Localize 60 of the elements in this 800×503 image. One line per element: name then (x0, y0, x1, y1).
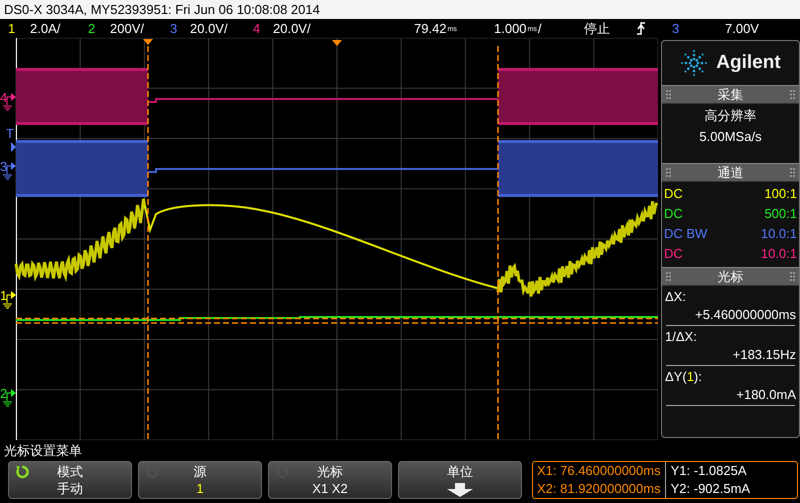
x2-reading: X2: 81.920000000ms (537, 480, 661, 498)
trigger-source[interactable]: 3 (672, 19, 680, 38)
grip-icon (666, 168, 671, 177)
grip-icon (666, 272, 671, 281)
channel-marker-label: 1 (0, 288, 8, 303)
channel-marker-label: 2 (0, 386, 8, 401)
trigger-edge-icon (636, 22, 646, 35)
run-state[interactable]: 停止 (584, 19, 610, 38)
channel-scale[interactable]: 20.0V/ (273, 19, 311, 38)
channel-marker-label: T (6, 126, 14, 141)
probe-ratio: 10.0:1 (760, 245, 797, 263)
grip-icon (666, 90, 671, 99)
channel-number[interactable]: 1 (8, 19, 16, 38)
y1-reading: Y1: -1.0825A (670, 462, 748, 480)
coupling-label: DC BW (664, 225, 708, 243)
channel-scale[interactable]: 200V/ (110, 19, 144, 38)
reading-label: 1/ΔX: (665, 328, 698, 346)
softkey-button[interactable]: 源 1 (138, 461, 262, 499)
channel-number[interactable]: 4 (253, 19, 260, 38)
section-title: 采集 (718, 86, 744, 104)
sample-rate: 5.00MSa/s (698, 128, 763, 146)
channel-number[interactable]: 3 (170, 19, 178, 38)
channel-marker-label: 4 (0, 90, 8, 105)
ground-marker-icon (2, 162, 16, 180)
reading-label: ΔY(1): (665, 368, 703, 386)
coupling-label: DC (664, 185, 683, 203)
probe-ratio: 500:1 (764, 205, 797, 223)
channel-scale[interactable]: 20.0V/ (190, 19, 228, 38)
acquisition-mode: 高分辨率 (704, 107, 758, 125)
grip-icon (790, 168, 795, 177)
probe-ratio: 10.0:1 (760, 225, 797, 243)
window-title: DS0-X 3034A, MY52393951: Fri Jun 06 10:08:08 2014 (0, 0, 800, 19)
coupling-label: DC (664, 245, 683, 263)
probe-ratio: 100:1 (764, 185, 797, 203)
y2-reading: Y2: -902.5mA (670, 480, 750, 498)
cursor-marker-icon (143, 39, 153, 45)
grip-icon (790, 90, 795, 99)
softkey-button[interactable]: 单位 (398, 461, 522, 499)
section-title: 光标 (718, 268, 744, 286)
trigger-position-icon (332, 40, 342, 46)
starburst-icon (680, 49, 708, 77)
grip-icon (790, 272, 795, 281)
softkey-button[interactable]: 光标 X1 X2 (268, 461, 392, 499)
reading-value: +180.0mA (735, 386, 796, 404)
softkey-button[interactable]: 模式 手动 (8, 461, 132, 499)
menu-title: 光标设置菜单 (3, 442, 83, 460)
trigger-level[interactable]: 7.00V (725, 19, 759, 38)
coupling-label: DC (664, 205, 683, 223)
section-title: 通道 (718, 164, 744, 182)
ground-marker-icon (2, 291, 16, 308)
channel-scale[interactable]: 2.0A/ (30, 19, 60, 38)
channel-marker-label: 3 (0, 159, 8, 174)
down-arrow-icon (445, 482, 475, 497)
reading-value: +183.15Hz (732, 346, 796, 364)
ground-marker-icon (2, 389, 16, 406)
channel-number[interactable]: 2 (88, 19, 96, 38)
reading-value: +5.460000000ms (694, 306, 796, 324)
brand-name: Agilent (716, 50, 781, 75)
reading-label: ΔX: (665, 288, 687, 306)
x1-reading: X1: 76.460000000ms (537, 462, 661, 480)
